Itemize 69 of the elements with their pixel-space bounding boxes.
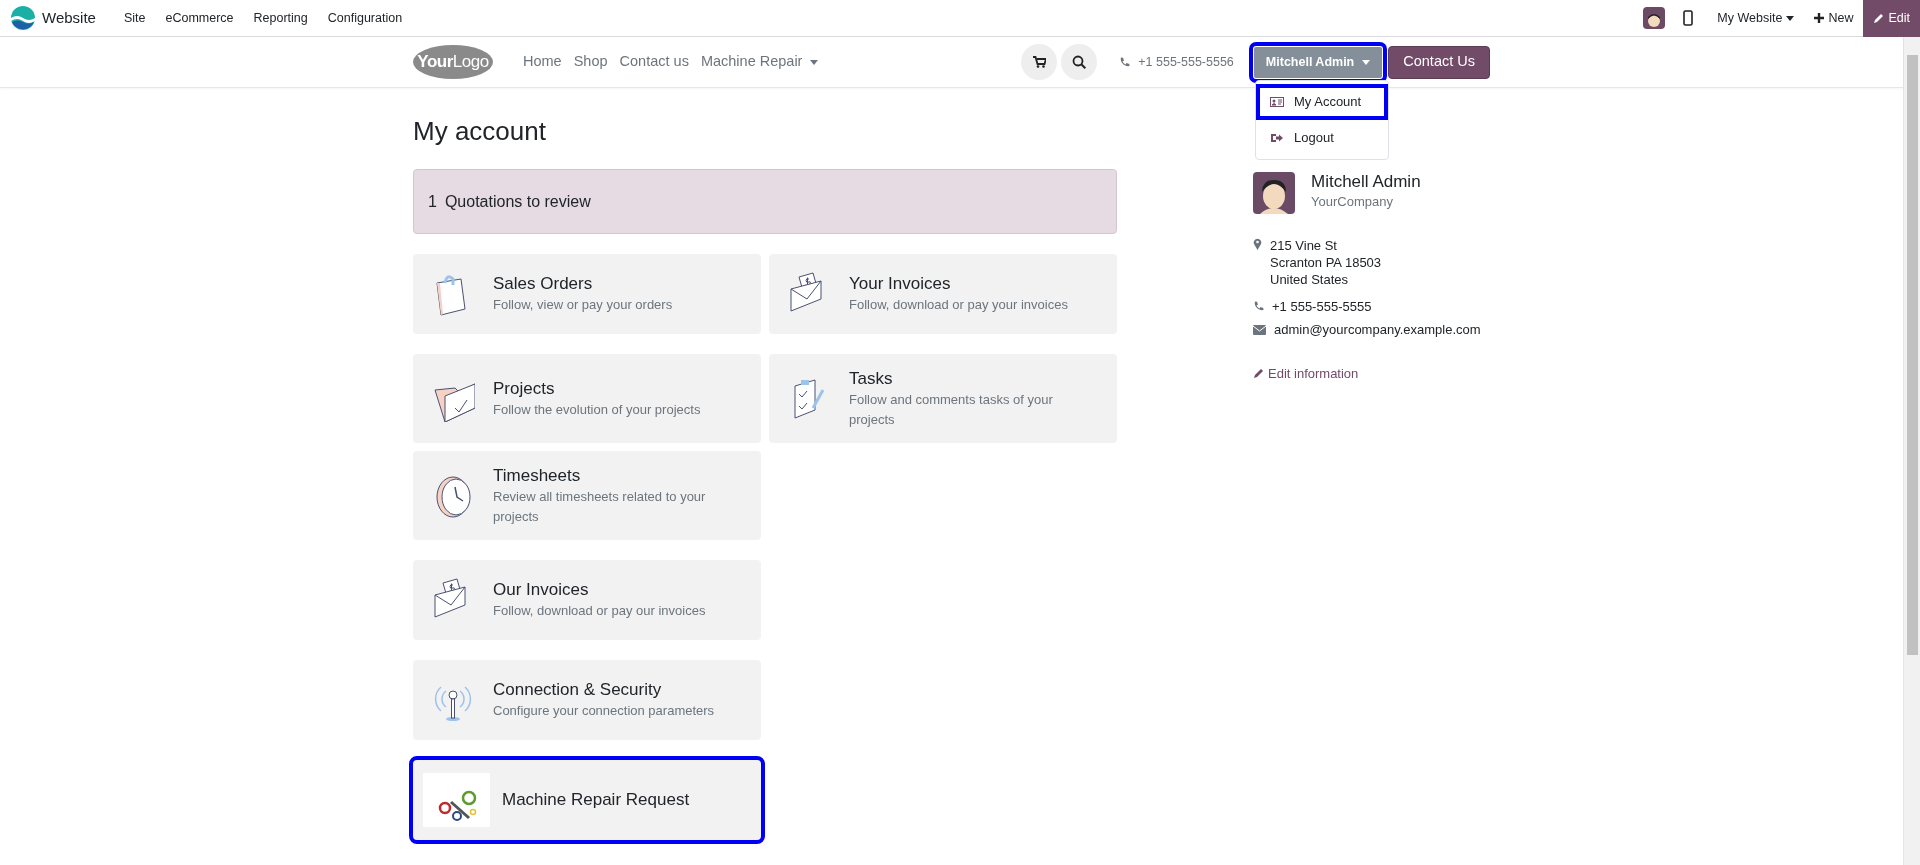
portal-card[interactable]: Tasks Follow and comments tasks of your projects — [769, 354, 1117, 444]
address-line: Scranton PA 18503 — [1270, 254, 1382, 272]
envelope-icon — [1253, 324, 1266, 335]
website-logo-icon — [10, 5, 36, 31]
card-title: Projects — [493, 377, 556, 400]
avatar-icon[interactable] — [1643, 7, 1666, 29]
card-title: Tasks — [849, 367, 894, 390]
scrollbar[interactable] — [1903, 37, 1920, 865]
phone-icon — [1253, 300, 1264, 312]
contact-us-button[interactable]: Contact Us — [1388, 45, 1490, 79]
portal-card[interactable]: Your Invoices Follow, download or pay your invoices — [769, 254, 1117, 335]
profile-email: admin@yourcompany.example.com — [1274, 321, 1481, 340]
id-card-icon — [1270, 97, 1284, 107]
nav-link[interactable]: Home — [517, 51, 568, 73]
phone-icon — [1119, 56, 1131, 68]
card-description: Follow, download or pay our invoices — [493, 602, 706, 621]
portal-card[interactable]: Sales Orders Follow, view or pay your orders — [413, 254, 761, 335]
portal-card[interactable]: Our Invoices Follow, download or pay our invoices — [413, 560, 761, 641]
address-line: 215 Vine St — [1270, 238, 1338, 255]
menu-item[interactable]: eCommerce — [155, 8, 244, 28]
map-pin-icon — [1253, 238, 1262, 250]
card-description: Review all timesheets related to your projects — [493, 487, 707, 526]
card-title: Connection & Security — [493, 679, 663, 702]
quotations-alert[interactable]: 1 Quotations to review — [413, 169, 1117, 235]
card-title: Machine Repair Request — [502, 789, 690, 812]
app-name[interactable]: Website — [42, 6, 106, 30]
card-title: Timesheets — [493, 464, 582, 487]
portal-card[interactable]: Connection & Security Configure your connection parameters — [413, 660, 761, 741]
portal-card[interactable]: Timesheets Review all timesheets related to your projects — [413, 451, 761, 541]
nav-link[interactable]: Shop — [567, 51, 614, 73]
portal-card[interactable]: Projects Follow the evolution of your projects — [413, 354, 761, 444]
menu-item[interactable]: Configuration — [317, 8, 413, 28]
website-switcher[interactable]: My Website — [1707, 8, 1805, 28]
card-description: Configure your connection parameters — [493, 702, 715, 721]
caret-icon — [1786, 15, 1795, 21]
card-title: Our Invoices — [493, 579, 590, 602]
phone-number: +1 555-555-5556 — [1138, 53, 1234, 71]
page-title: My account — [413, 116, 547, 148]
cart-icon — [1032, 56, 1046, 68]
profile-name: Mitchell Admin — [1311, 172, 1421, 193]
search-button[interactable] — [1061, 44, 1098, 80]
edit-information-link[interactable]: Edit information — [1253, 363, 1359, 384]
address-line: United States — [1270, 271, 1350, 289]
plus-icon — [1814, 13, 1825, 23]
mobile-phone-icon[interactable] — [1683, 10, 1694, 26]
dropdown-item[interactable]: My Account — [1256, 84, 1388, 120]
card-description: Follow, view or pay your orders — [493, 296, 673, 315]
card-title: Sales Orders — [493, 273, 594, 296]
menu-item[interactable]: Site — [113, 8, 156, 28]
search-icon — [1072, 55, 1087, 69]
profile-phone: +1 555-555-5555 — [1272, 297, 1372, 316]
alert-text: Quotations to review — [444, 191, 591, 212]
cart-button[interactable] — [1021, 44, 1058, 80]
new-button[interactable]: New — [1804, 8, 1864, 28]
avatar-icon — [1253, 172, 1295, 214]
pencil-icon — [1253, 367, 1264, 379]
card-title: Your Invoices — [849, 273, 952, 296]
card-description: Follow the evolution of your projects — [493, 400, 701, 419]
menu-item[interactable]: Reporting — [243, 8, 318, 28]
pencil-icon — [1873, 12, 1885, 24]
edit-button[interactable]: Edit — [1863, 0, 1920, 37]
company-name: YourCompany — [1311, 193, 1394, 212]
nav-link[interactable]: Contact us — [613, 51, 695, 73]
quotation-count: 1 — [428, 191, 437, 212]
caret-icon — [1362, 59, 1371, 65]
card-description: Follow and comments tasks of your projects — [849, 390, 1054, 429]
nav-link[interactable]: Machine Repair — [694, 51, 825, 73]
card-description: Follow, download or pay your invoices — [849, 296, 1068, 315]
logout-icon — [1270, 133, 1284, 143]
